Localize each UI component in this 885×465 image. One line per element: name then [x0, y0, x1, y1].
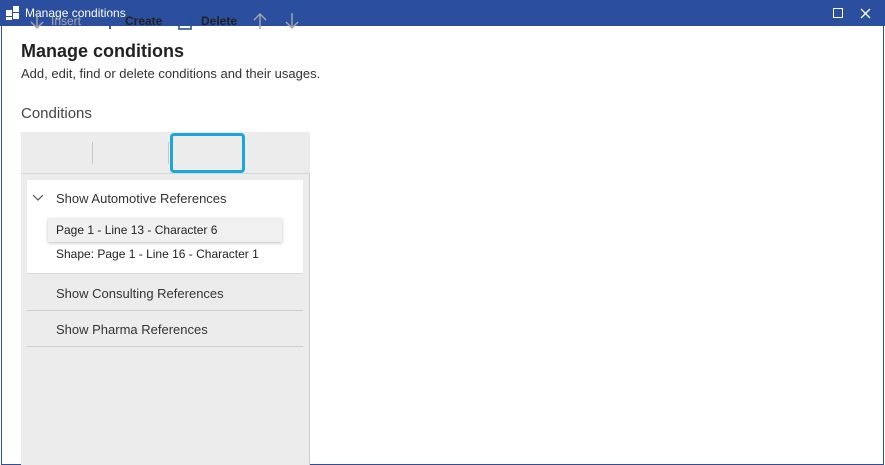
arrow-down-icon: [285, 13, 299, 29]
close-button[interactable]: [852, 0, 878, 26]
create-label: Create: [125, 14, 163, 28]
conditions-heading: Conditions: [21, 105, 92, 122]
page-title: Manage conditions: [21, 41, 185, 61]
condition-pharma[interactable]: Show Pharma References: [56, 322, 208, 337]
condition-automotive[interactable]: Show Automotive References: [56, 191, 227, 206]
move-down-button[interactable]: [284, 0, 300, 42]
list-divider: [27, 310, 303, 311]
page-subtitle: Add, edit, find or delete conditions and…: [21, 66, 321, 81]
insert-label: Insert: [51, 14, 82, 28]
usage-item[interactable]: Page 1 - Line 13 - Character 6: [48, 218, 282, 242]
maximize-icon: [833, 8, 843, 18]
chevron-down-icon[interactable]: [32, 193, 44, 203]
delete-label: Delete: [201, 14, 238, 28]
insert-button[interactable]: Insert: [29, 0, 81, 42]
delete-button[interactable]: Delete: [178, 0, 237, 42]
conditions-toolbar: [21, 132, 310, 174]
condition-consulting[interactable]: Show Consulting References: [56, 286, 224, 301]
list-divider: [27, 346, 303, 347]
arrow-down-icon: [30, 13, 44, 29]
usage-item[interactable]: Shape: Page 1 - Line 16 - Character 1: [48, 242, 282, 266]
arrow-up-icon: [253, 13, 267, 29]
clipboard-delete-icon: [178, 13, 192, 30]
move-up-button[interactable]: [252, 0, 268, 42]
app-grid-icon: [6, 6, 20, 20]
maximize-button[interactable]: [825, 0, 851, 26]
close-icon: [860, 8, 870, 18]
delete-highlight: [170, 133, 245, 173]
create-button[interactable]: Create: [101, 0, 162, 42]
toolbar-separator: [168, 142, 169, 164]
toolbar-separator: [92, 142, 93, 164]
plus-icon: [102, 13, 118, 29]
